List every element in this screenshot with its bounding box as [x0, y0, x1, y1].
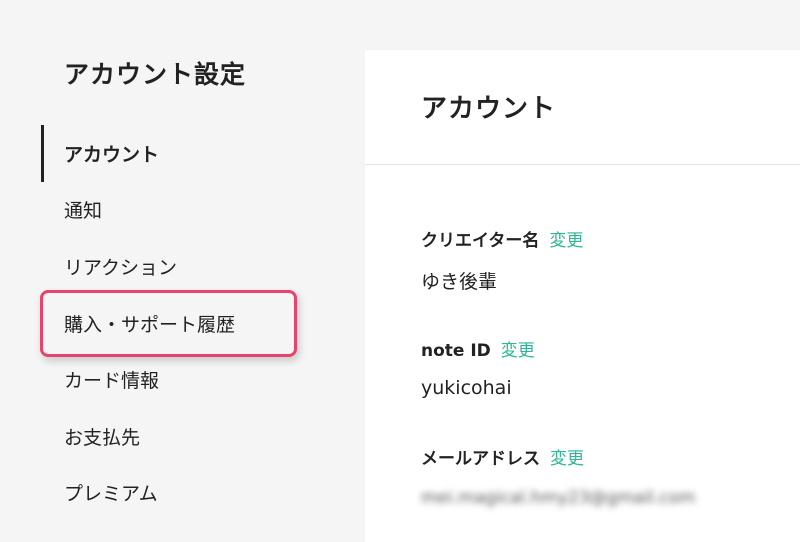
main-panel: アカウント クリエイター名 変更 ゆき後輩 note ID 変更 yukicohai…	[365, 50, 800, 542]
sidebar: アカウント設定 アカウント 通知 リアクション 購入・サポート履歴 カード情報 …	[0, 0, 365, 542]
email-change-link[interactable]: 変更	[550, 444, 584, 469]
note-id-value: yukicohai	[421, 377, 512, 399]
note-id-label: note ID 変更	[421, 336, 535, 361]
note-id-change-link[interactable]: 変更	[501, 336, 535, 361]
creator-name-label-text: クリエイター名	[421, 231, 540, 251]
email-label-text: メールアドレス	[421, 449, 540, 469]
sidebar-item-reactions[interactable]: リアクション	[64, 252, 177, 284]
active-indicator	[41, 125, 44, 182]
creator-name-label: クリエイター名 変更	[421, 226, 583, 251]
email-label: メールアドレス 変更	[421, 444, 584, 469]
main-header: アカウント	[365, 50, 800, 165]
creator-name-value: ゆき後輩	[421, 271, 498, 293]
sidebar-item-card-info[interactable]: カード情報	[64, 365, 159, 397]
email-value: mei.magical.hmy23@gmail.com	[421, 488, 696, 508]
sidebar-item-premium[interactable]: プレミアム	[64, 478, 158, 510]
note-id-label-text: note ID	[421, 341, 491, 361]
sidebar-item-payout[interactable]: お支払先	[64, 422, 140, 454]
sidebar-title: アカウント設定	[64, 60, 247, 89]
sidebar-item-account[interactable]: アカウント	[64, 139, 159, 171]
page-title: アカウント	[421, 94, 557, 124]
creator-name-change-link[interactable]: 変更	[549, 226, 583, 251]
highlight-annotation	[40, 290, 297, 357]
sidebar-item-notifications[interactable]: 通知	[64, 195, 102, 227]
